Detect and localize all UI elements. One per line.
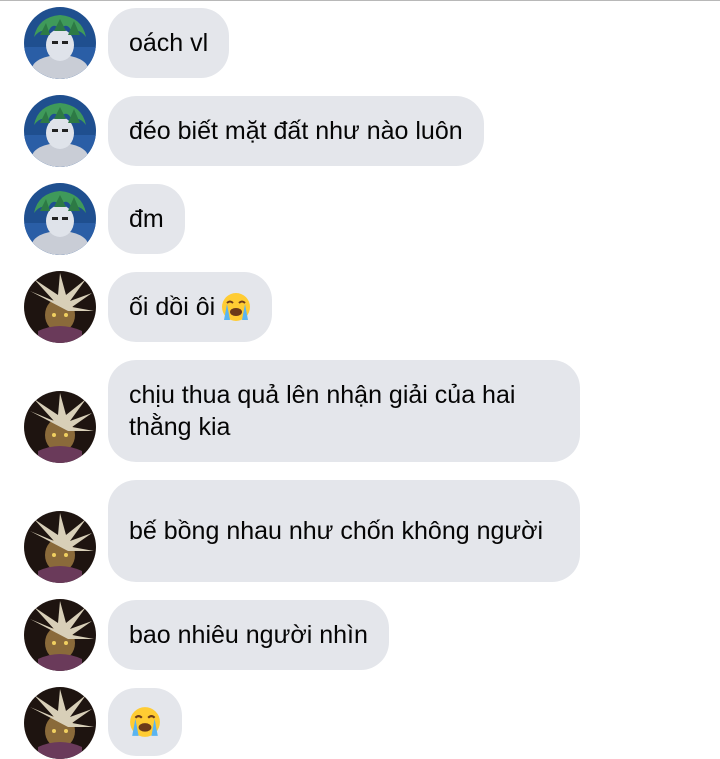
loudly-crying-face-icon: [130, 707, 160, 737]
top-divider: [0, 0, 720, 1]
message-bubble[interactable]: bao nhiêu người nhìn: [108, 600, 389, 670]
message-text: bế bồng nhau như chốn không người: [129, 517, 544, 545]
message-bubble[interactable]: oách vl: [108, 8, 230, 78]
message-bubble[interactable]: [108, 688, 182, 756]
message-text: chịu thua quả lên nhận giải của hai thằn…: [129, 381, 523, 441]
avatar-user-b[interactable]: [24, 391, 96, 463]
avatar-user-a[interactable]: [24, 183, 96, 255]
avatar-user-a[interactable]: [24, 7, 96, 79]
message-text: oách vl: [129, 29, 209, 57]
loudly-crying-face-icon: [222, 293, 251, 321]
message-bubble[interactable]: ối dồi ôi: [108, 272, 273, 342]
avatar-user-a[interactable]: [24, 95, 96, 167]
message-text: bao nhiêu người nhìn: [129, 621, 368, 649]
message-text: ối dồi ôi: [129, 293, 216, 321]
message-bubble[interactable]: bế bồng nhau như chốn không người: [108, 480, 580, 582]
avatar-user-b[interactable]: [24, 687, 96, 759]
message-bubble[interactable]: chịu thua quả lên nhận giải của hai thằn…: [108, 360, 580, 462]
avatar-user-b[interactable]: [24, 599, 96, 671]
avatar-user-b[interactable]: [24, 271, 96, 343]
message-bubble[interactable]: đm: [108, 184, 185, 254]
avatar-user-b[interactable]: [24, 511, 96, 583]
message-bubble[interactable]: đéo biết mặt đất như nào luôn: [108, 96, 484, 166]
message-text: đm: [129, 205, 164, 233]
message-text: đéo biết mặt đất như nào luôn: [129, 117, 463, 145]
